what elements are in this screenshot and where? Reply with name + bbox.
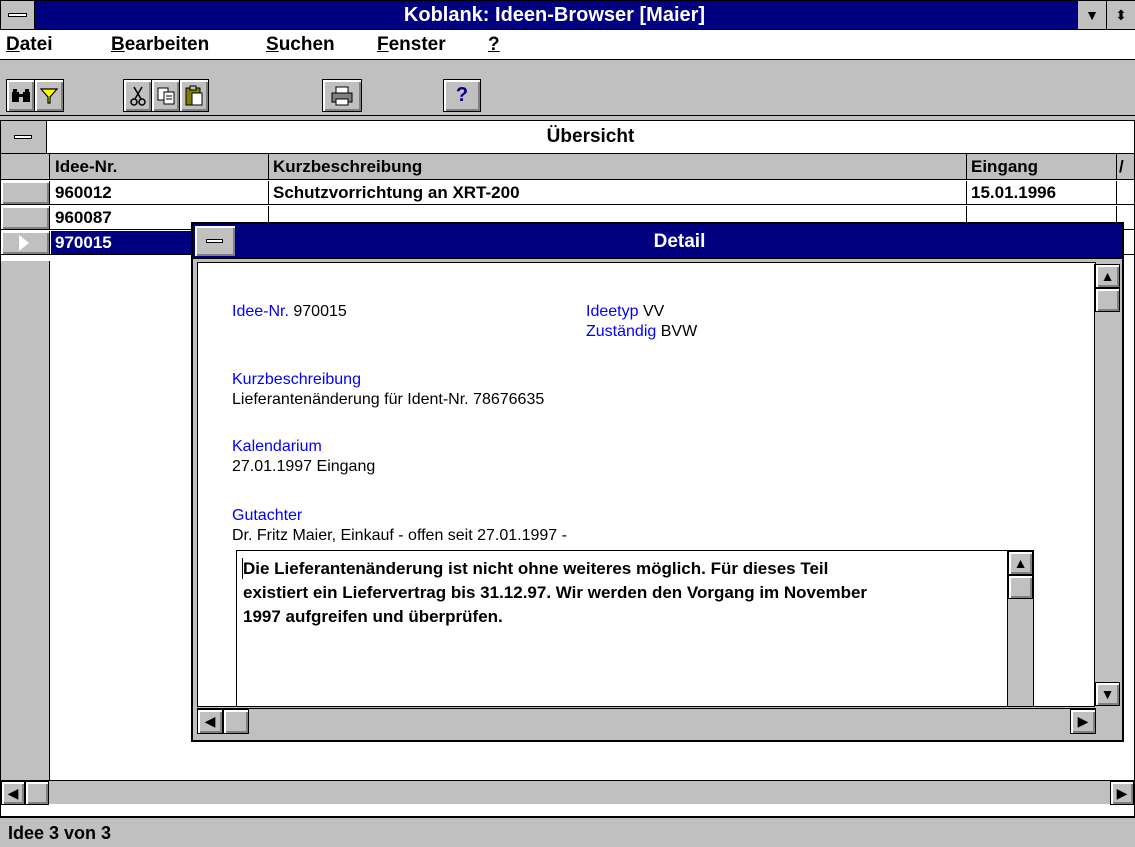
app-title: Koblank: Ideen-Browser [Maier] (403, 4, 706, 26)
detail-horizontal-scrollbar[interactable]: ◀ ▶ (197, 708, 1096, 734)
scroll-thumb[interactable] (25, 781, 49, 805)
scroll-down-arrow-icon[interactable]: ▼ (1095, 682, 1120, 706)
help-tool-group: ? (443, 79, 481, 112)
status-bar: Idee 3 von 3 (0, 817, 1135, 847)
memo-line: 1997 aufgreifen und überprüfen. (243, 607, 503, 626)
menu-datei[interactable]: Datei (6, 30, 52, 60)
overview-horizontal-scrollbar[interactable]: ◀ ▶ (1, 780, 1134, 805)
copy-icon[interactable] (152, 80, 180, 111)
app-title-bar: Koblank: Ideen-Browser [Maier] ▼ ⬍ (0, 0, 1135, 30)
edit-tool-group (123, 79, 209, 112)
ideetyp-value: VV (642, 303, 665, 320)
header-corner (1, 154, 50, 179)
kalendarium-value: 27.01.1997 Eingang (232, 458, 376, 475)
idee-nr-field: Idee-Nr. 970015 (232, 303, 347, 321)
overview-title: Übersicht (546, 126, 635, 147)
overview-system-menu-icon[interactable] (1, 121, 47, 153)
detail-vertical-scrollbar[interactable]: ▲ ▼ (1094, 264, 1120, 707)
print-tool-group (322, 79, 362, 112)
menu-bar: Datei Bearbeiten Suchen Fenster ? (0, 30, 1135, 60)
menu-fenster[interactable]: Fenster (377, 30, 446, 60)
scroll-thumb[interactable] (223, 709, 249, 734)
memo-line: existiert ein Liefervertrag bis 31.12.97… (243, 583, 868, 602)
ideetyp-field: Ideetyp VV (586, 303, 664, 321)
menu-suchen[interactable]: Suchen (266, 30, 335, 60)
detail-title: Detail (653, 231, 706, 252)
cell-eingang[interactable]: 15.01.1996 (967, 181, 1117, 204)
scroll-right-arrow-icon[interactable]: ▶ (1070, 709, 1096, 734)
scroll-up-arrow-icon[interactable]: ▲ (1095, 264, 1120, 288)
column-header-idee-nr[interactable]: Idee-Nr. (51, 154, 269, 180)
detail-system-menu-icon[interactable] (195, 226, 235, 256)
row-selector-gutter (1, 261, 50, 780)
scroll-thumb[interactable] (1008, 575, 1033, 599)
menu-bearbeiten[interactable]: Bearbeiten (111, 30, 209, 60)
memo-line: Die Lieferantenänderung ist nicht ohne w… (243, 559, 829, 578)
binoculars-icon[interactable] (7, 80, 35, 111)
idee-nr-label: Idee-Nr. (232, 303, 289, 320)
row-selector-current[interactable] (1, 231, 50, 254)
table-row[interactable]: 960012 Schutzvorrichtung an XRT-200 15.0… (1, 181, 1134, 205)
search-tool-group (6, 79, 64, 112)
scroll-up-arrow-icon[interactable]: ▲ (1008, 551, 1033, 575)
scroll-thumb[interactable] (1095, 288, 1120, 312)
filter-icon[interactable] (35, 80, 63, 111)
zustaendig-field: Zuständig BVW (586, 323, 697, 341)
status-text: Idee 3 von 3 (8, 823, 112, 843)
print-icon[interactable] (323, 80, 361, 111)
scroll-left-arrow-icon[interactable]: ◀ (1, 781, 25, 805)
help-icon[interactable]: ? (444, 80, 480, 111)
cut-icon[interactable] (124, 80, 152, 111)
system-menu-icon[interactable] (1, 1, 35, 29)
gutachter-value: Dr. Fritz Maier, Einkauf - offen seit 27… (232, 527, 567, 544)
detail-title-bar: Detail (193, 224, 1122, 259)
kalendarium-label: Kalendarium (232, 438, 322, 455)
zustaendig-value: BVW (660, 323, 698, 340)
paste-icon[interactable] (180, 80, 208, 111)
column-header-kurzbeschreibung[interactable]: Kurzbeschreibung (269, 154, 967, 180)
minimize-arrow-icon[interactable]: ▼ (1077, 1, 1106, 29)
column-header-more[interactable]: / (1117, 154, 1134, 180)
kurzbeschreibung-value: Lieferantenänderung für Ident-Nr. 786766… (232, 391, 545, 408)
memo-vertical-scrollbar[interactable]: ▲ (1007, 551, 1033, 706)
scroll-left-arrow-icon[interactable]: ◀ (197, 709, 223, 734)
cell-kurzbeschreibung[interactable]: Schutzvorrichtung an XRT-200 (269, 181, 967, 204)
detail-content: Idee-Nr. 970015 Ideetyp VV Zuständig BVW… (197, 262, 1096, 707)
restore-arrows-icon[interactable]: ⬍ (1106, 1, 1135, 29)
gutachten-memo-field[interactable]: Die Lieferantenänderung ist nicht ohne w… (236, 550, 1034, 706)
gutachter-label: Gutachter (232, 507, 303, 524)
row-selector[interactable] (1, 181, 50, 204)
idee-nr-value: 970015 (293, 303, 347, 320)
scroll-right-arrow-icon[interactable]: ▶ (1110, 781, 1134, 805)
overview-title-bar: Übersicht (1, 121, 1134, 154)
menu-help[interactable]: ? (488, 30, 500, 60)
toolbar: ? (0, 61, 1135, 116)
memo-text[interactable]: Die Lieferantenänderung ist nicht ohne w… (243, 557, 1013, 629)
column-header-eingang[interactable]: Eingang (967, 154, 1117, 180)
cell-idee-nr[interactable]: 960012 (51, 181, 269, 204)
zustaendig-label: Zuständig (586, 323, 657, 340)
kurzbeschreibung-label: Kurzbeschreibung (232, 371, 361, 388)
row-selector[interactable] (1, 206, 50, 229)
current-row-pointer-icon (19, 235, 29, 251)
grid-header: Idee-Nr. Kurzbeschreibung Eingang / (1, 154, 1134, 180)
ideetyp-label: Ideetyp (586, 303, 639, 320)
detail-window: Detail Idee-Nr. 970015 Ideetyp VV Zustän… (191, 222, 1124, 742)
